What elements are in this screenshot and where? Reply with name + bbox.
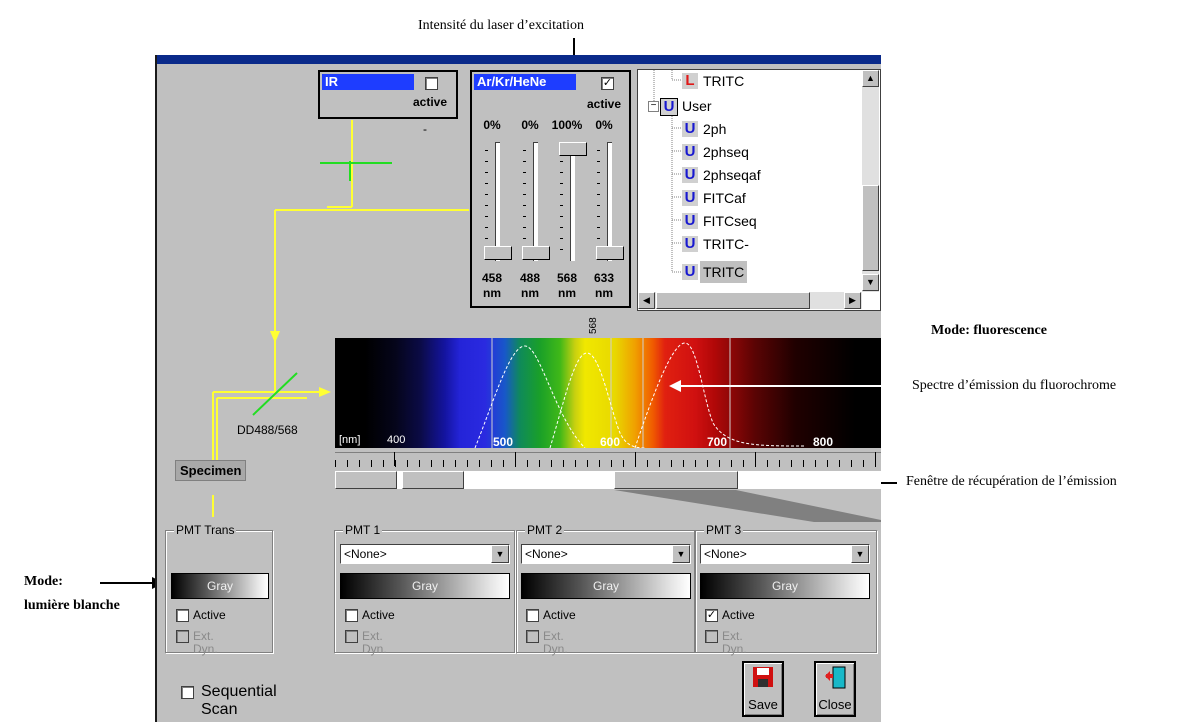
- close-button[interactable]: Close: [814, 661, 856, 717]
- band-projection: [614, 490, 881, 522]
- band-pmt-3-window[interactable]: [614, 471, 738, 489]
- scroll-thumb[interactable]: [862, 185, 879, 271]
- spectrum-tick-600: 600: [600, 435, 621, 448]
- annotation-mode-white-2: lumière blanche: [24, 598, 120, 613]
- emission-spectrum-display: [nm] 400 500 600 700 800: [335, 338, 881, 448]
- chevron-down-icon[interactable]: ▼: [491, 545, 509, 563]
- slider-thumb-488[interactable]: [522, 246, 550, 260]
- annotation-emission-window: Fenêtre de récupération de l’émission: [906, 474, 1117, 489]
- chevron-down-icon[interactable]: ▼: [672, 545, 690, 563]
- arkrhene-active-checkbox[interactable]: ✓: [601, 77, 614, 90]
- pmt-2-lut-button[interactable]: Gray: [521, 573, 691, 599]
- spectrum-tick-700: 700: [707, 435, 728, 448]
- collapse-icon[interactable]: −: [648, 101, 659, 112]
- library-icon: L: [682, 73, 698, 89]
- user-icon: U: [682, 236, 698, 252]
- arkrhene-active-label: active: [587, 97, 622, 111]
- pmt-1-ext-dyn-checkbox: [345, 630, 358, 643]
- user-icon: U: [682, 144, 698, 160]
- arkrhene-laser-name: Ar/Kr/HeNe: [474, 74, 576, 90]
- annotation-arrowhead-spectrum: [669, 380, 681, 392]
- chevron-down-icon[interactable]: ▼: [851, 545, 869, 563]
- slider-track-568[interactable]: [570, 142, 575, 261]
- pmt-1-active-checkbox[interactable]: [345, 609, 358, 622]
- tree-vscrollbar[interactable]: ▲ ▼: [862, 70, 879, 292]
- save-button[interactable]: Save: [742, 661, 784, 717]
- ir-dash: -: [423, 122, 427, 136]
- sequential-scan-checkbox[interactable]: [181, 686, 194, 699]
- user-icon: U: [682, 264, 698, 280]
- spectrum-unit: [nm]: [339, 434, 361, 446]
- pmt-2-ext-dyn-checkbox: [526, 630, 539, 643]
- pmt-2-dye-select[interactable]: <None> ▼: [521, 544, 691, 564]
- hscroll-thumb[interactable]: [656, 292, 810, 309]
- user-icon: U: [682, 190, 698, 206]
- slider-thumb-568[interactable]: [559, 142, 587, 156]
- ir-laser-name: IR: [322, 74, 414, 90]
- percent-488: 0%: [521, 118, 539, 132]
- pmt-1-dye-select[interactable]: <None> ▼: [340, 544, 510, 564]
- pmt-trans-group: PMT Trans Gray Active Ext. Dyn.: [165, 523, 273, 656]
- pmt-3-dye-select[interactable]: <None> ▼: [700, 544, 870, 564]
- pmt-trans-active-checkbox[interactable]: [176, 609, 189, 622]
- emission-curves: [474, 338, 806, 448]
- pmt-trans-lut-button[interactable]: Gray: [171, 573, 269, 599]
- pmt-3-active-checkbox[interactable]: ✓: [705, 609, 718, 622]
- annotation-mode-white-1: Mode:: [24, 574, 63, 589]
- ir-active-checkbox[interactable]: [425, 77, 438, 90]
- user-icon: U: [682, 213, 698, 229]
- annotation-arrow-spectrum: [681, 385, 881, 387]
- pmt-2-active-checkbox[interactable]: [526, 609, 539, 622]
- user-icon: U: [682, 167, 698, 183]
- slider-track-458[interactable]: [495, 142, 500, 261]
- pmt-3-ext-dyn-checkbox: [705, 630, 718, 643]
- scroll-left-arrow-icon[interactable]: ◀: [638, 292, 655, 309]
- ir-laser-panel: IR active: [318, 70, 458, 119]
- floppy-disk-icon: [753, 667, 773, 687]
- ir-active-label: active: [413, 95, 448, 109]
- user-icon: U: [682, 121, 698, 137]
- wavelength-458: 458 nm: [481, 271, 503, 300]
- annotation-mode-fluorescence: Mode: fluorescence: [931, 323, 1047, 338]
- settings-tree[interactable]: − L TRITC U User U 2ph U 2phseq U 2phseq…: [637, 69, 881, 311]
- slider-thumb-458[interactable]: [484, 246, 512, 260]
- percent-568: 100%: [551, 118, 583, 132]
- slider-thumb-633[interactable]: [596, 246, 624, 260]
- pmt-1-group: PMT 1 <None> ▼ Gray Active Ext. Dyn.: [334, 523, 515, 656]
- specimen-label: Specimen: [175, 460, 247, 481]
- band-pmt-1[interactable]: [402, 471, 464, 489]
- exit-door-icon: [825, 666, 846, 689]
- tree-hscrollbar[interactable]: ◀ ▶: [638, 292, 862, 309]
- annotation-laser-intensity: Intensité du laser d’excitation: [418, 18, 584, 33]
- percent-458: 0%: [483, 118, 501, 132]
- user-icon: U: [660, 98, 678, 116]
- dichroic-label: DD488/568: [237, 423, 298, 437]
- pmt-1-lut-button[interactable]: Gray: [340, 573, 510, 599]
- arkrhene-laser-panel: Ar/Kr/HeNe ✓ active 0% 0% 100% 0% 458 nm …: [470, 70, 631, 308]
- annotation-emission-spectrum: Spectre d’émission du fluorochrome: [912, 378, 1117, 393]
- scroll-right-arrow-icon[interactable]: ▶: [844, 292, 861, 309]
- spectrum-tick-800: 800: [813, 435, 834, 448]
- wavelength-568: 568 nm: [556, 271, 578, 300]
- pmt-trans-ext-dyn-checkbox: [176, 630, 189, 643]
- wavelength-488: 488 nm: [519, 271, 541, 300]
- configuration-window: IR active - Ar/Kr/HeNe ✓ active 0% 0% 10…: [155, 55, 881, 722]
- slider-track-488[interactable]: [533, 142, 538, 261]
- spectrum-tick-400: 400: [387, 434, 406, 446]
- pmt-2-group: PMT 2 <None> ▼ Gray Active Ext. Dyn.: [516, 523, 695, 656]
- scroll-down-arrow-icon[interactable]: ▼: [862, 274, 879, 291]
- wavelength-ruler: [335, 452, 881, 467]
- wavelength-633: 633 nm: [593, 271, 615, 300]
- spectrum-tick-500: 500: [493, 435, 514, 448]
- slider-track-633[interactable]: [607, 142, 612, 261]
- pmt-3-group: PMT 3 <None> ▼ Gray ✓ Active Ext. Dyn.: [695, 523, 877, 656]
- spectrum-marker: 568: [588, 317, 599, 334]
- pmt-3-lut-button[interactable]: Gray: [700, 573, 870, 599]
- band-pmt-trans[interactable]: [335, 471, 397, 489]
- scroll-up-arrow-icon[interactable]: ▲: [862, 70, 879, 87]
- percent-633: 0%: [595, 118, 613, 132]
- annotation-arrow-white: [100, 582, 152, 584]
